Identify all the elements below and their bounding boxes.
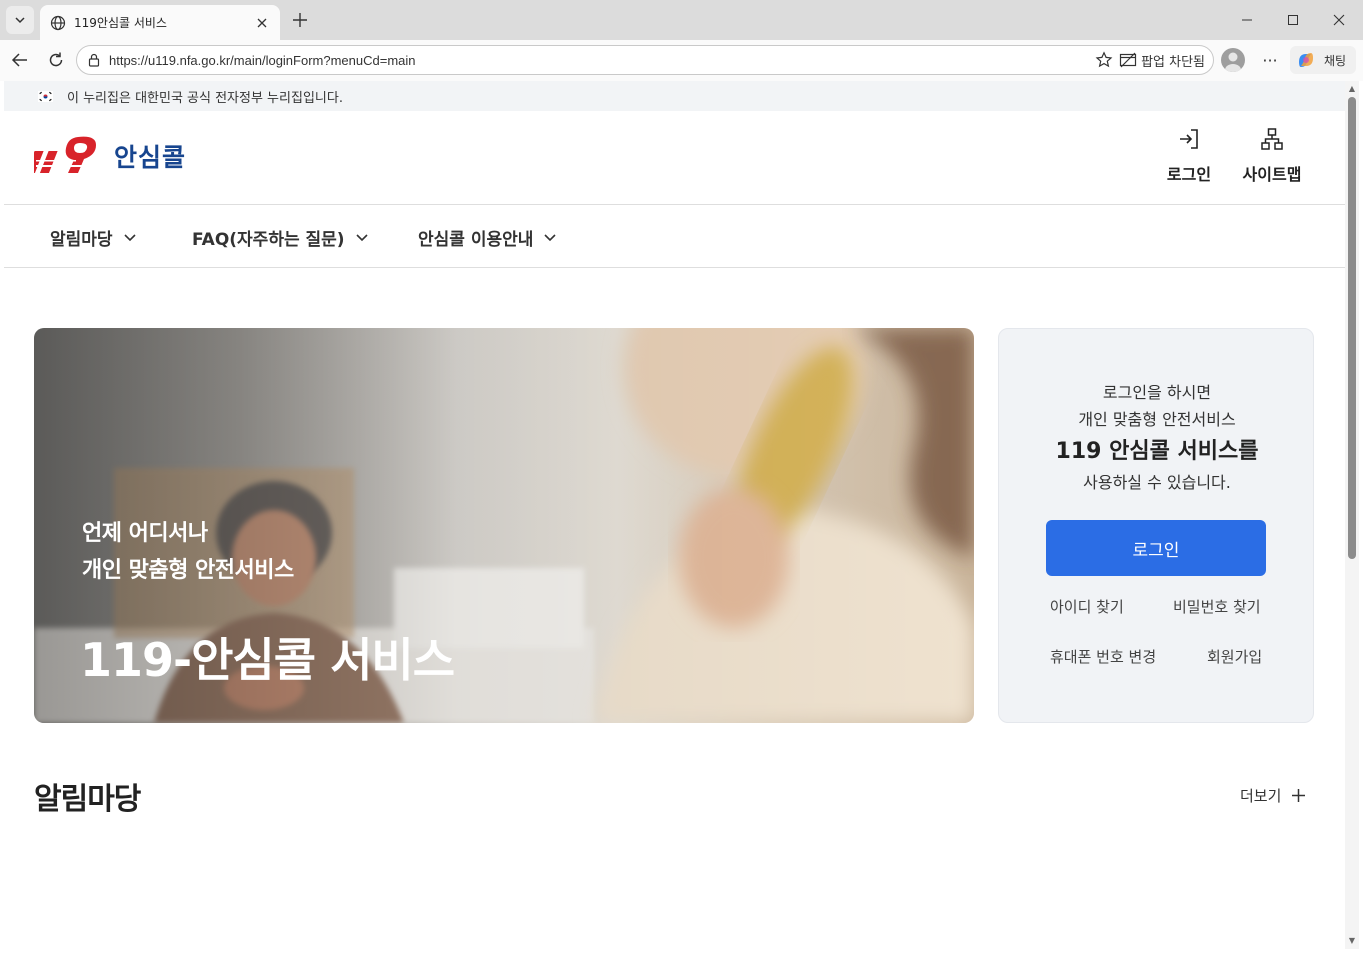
site-info-icon[interactable] [87, 53, 101, 67]
popup-blocked-indicator[interactable]: 팝업 차단됨 [1119, 51, 1205, 70]
popup-blocked-label: 팝업 차단됨 [1141, 54, 1205, 70]
minimize-button[interactable] [1224, 0, 1270, 40]
back-button[interactable] [5, 46, 35, 74]
copilot-button[interactable]: 채팅 [1290, 46, 1356, 74]
maximize-icon [1288, 15, 1298, 25]
login-panel-line2: 개인 맞춤형 안전서비스 [1078, 410, 1236, 429]
login-button[interactable]: 로그인 [1046, 520, 1266, 576]
login-panel-line4: 사용하실 수 있습니다. [1083, 473, 1231, 492]
close-window-button[interactable] [1316, 0, 1362, 40]
find-id-link[interactable]: 아이디 찾기 [1050, 596, 1124, 617]
header-login-link[interactable]: 로그인 [1154, 127, 1224, 187]
close-icon [1333, 14, 1345, 26]
new-tab-button[interactable] [288, 8, 312, 32]
tab-list-button[interactable] [6, 6, 34, 34]
sitemap-icon [1261, 128, 1283, 150]
refresh-button[interactable] [41, 46, 71, 74]
copilot-label: 채팅 [1324, 53, 1347, 68]
main-navigation: 알림마당 FAQ(자주하는 질문) 안심콜 이용안내 [4, 206, 1345, 268]
site-logo[interactable]: 안심콜 [34, 135, 186, 177]
more-label: 더보기 [1240, 787, 1282, 805]
scroll-up-icon[interactable]: ▲ [1348, 85, 1356, 93]
hero-subtitle-line2: 개인 맞춤형 안전서비스 [82, 558, 294, 583]
page-viewport: 이 누리집은 대한민국 공식 전자정부 누리집입니다. 안심콜 로그인 사이트맵… [4, 81, 1345, 949]
tab-title: 119안심콜 서비스 [74, 16, 167, 30]
chevron-down-icon [544, 234, 556, 242]
header-sitemap-link[interactable]: 사이트맵 [1237, 127, 1307, 187]
browser-tab[interactable]: 119안심콜 서비스 [40, 5, 280, 40]
scrollbar-thumb[interactable] [1348, 97, 1356, 559]
change-phone-link[interactable]: 휴대폰 번호 변경 [1050, 646, 1156, 667]
nav-item-label: 안심콜 이용안내 [418, 229, 534, 250]
plus-icon [293, 13, 307, 27]
nav-item-faq[interactable]: FAQ(자주하는 질문) [192, 206, 369, 268]
popup-blocked-icon [1119, 52, 1137, 68]
refresh-icon [49, 52, 63, 67]
hero-subtitle-line1: 언제 어디서나 [82, 521, 208, 546]
logo-119-mark [34, 136, 96, 173]
header-sitemap-label: 사이트맵 [1242, 165, 1302, 184]
browser-chrome: 119안심콜 서비스 https://u119.nfa.go.kr/main/l… [0, 0, 1363, 81]
notice-more-link[interactable]: 더보기 [1240, 785, 1306, 806]
nav-item-label: 알림마당 [50, 229, 113, 250]
tab-bar: 119안심콜 서비스 [0, 0, 1363, 40]
korea-flag-icon [38, 90, 53, 102]
address-bar[interactable]: https://u119.nfa.go.kr/main/loginForm?me… [76, 45, 1214, 75]
site-header: 안심콜 로그인 사이트맵 [4, 111, 1345, 205]
logo-text: 안심콜 [114, 143, 187, 172]
globe-icon [50, 15, 66, 30]
plus-icon [1292, 789, 1306, 802]
hero-banner: 언제 어디서나 개인 맞춤형 안전서비스 119-안심콜 서비스 [34, 328, 974, 723]
copilot-icon [1299, 53, 1313, 67]
address-bar-actions: 팝업 차단됨 [1095, 49, 1205, 71]
login-panel-headline: 119 안심콜 서비스를 [1055, 439, 1259, 464]
back-arrow-icon [11, 53, 27, 67]
notice-section-title: 알림마당 [34, 782, 141, 817]
gov-banner-text: 이 누리집은 대한민국 공식 전자정부 누리집입니다. [67, 90, 343, 106]
more-options-icon[interactable]: ··· [1256, 46, 1284, 74]
header-login-label: 로그인 [1166, 165, 1212, 184]
page-scrollbar[interactable]: ▲ ▼ [1345, 81, 1359, 949]
url-text[interactable]: https://u119.nfa.go.kr/main/loginForm?me… [109, 53, 416, 68]
signup-link[interactable]: 회원가입 [1207, 646, 1262, 667]
login-icon [1180, 129, 1198, 149]
login-panel: 로그인을 하시면 개인 맞춤형 안전서비스 119 안심콜 서비스를 사용하실 … [998, 328, 1314, 723]
maximize-button[interactable] [1270, 0, 1316, 40]
gov-banner: 이 누리집은 대한민국 공식 전자정부 누리집입니다. [4, 81, 1345, 111]
nav-item-notice[interactable]: 알림마당 [50, 206, 137, 268]
favorite-star-icon[interactable] [1095, 51, 1113, 69]
login-panel-line1: 로그인을 하시면 [1102, 383, 1212, 402]
chevron-down-icon [123, 234, 136, 242]
browser-toolbar: https://u119.nfa.go.kr/main/loginForm?me… [0, 40, 1363, 81]
chevron-down-icon [356, 234, 368, 242]
profile-avatar[interactable] [1221, 48, 1245, 72]
find-password-link[interactable]: 비밀번호 찾기 [1173, 596, 1261, 617]
chevron-down-icon [15, 17, 25, 24]
scroll-down-icon[interactable]: ▼ [1348, 937, 1356, 945]
minimize-icon [1242, 19, 1252, 21]
hero-title: 119-안심콜 서비스 [80, 633, 455, 687]
close-tab-icon[interactable] [254, 15, 270, 31]
nav-item-guide[interactable]: 안심콜 이용안내 [418, 206, 557, 268]
nav-item-label: FAQ(자주하는 질문) [192, 229, 345, 250]
